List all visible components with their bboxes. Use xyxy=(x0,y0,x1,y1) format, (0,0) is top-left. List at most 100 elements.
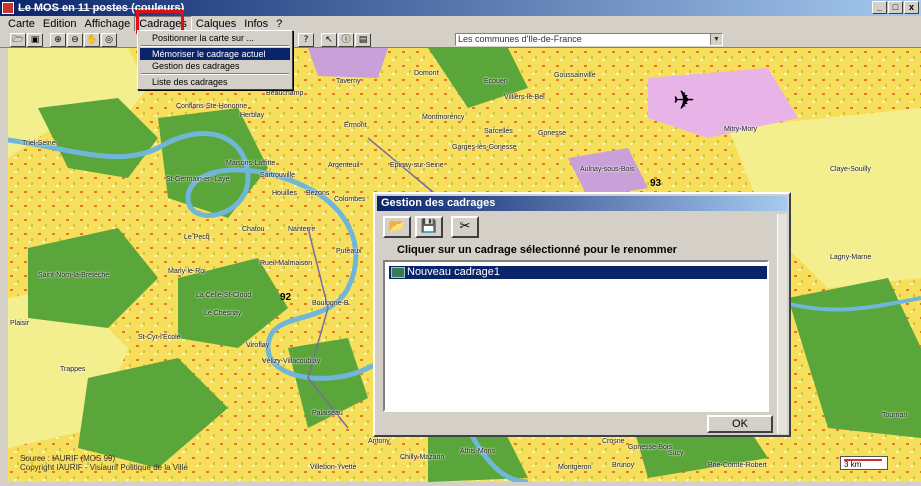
place-label: Claye-Souilly xyxy=(830,166,871,173)
place-label: Trappes xyxy=(60,366,86,373)
help-query-icon[interactable]: ? xyxy=(298,32,314,47)
dropdown-item-memoriser[interactable]: Mémoriser le cadrage actuel xyxy=(140,48,290,60)
place-label: Aulnay-sous-Bois xyxy=(580,166,635,173)
ok-button[interactable]: OK xyxy=(707,415,773,433)
place-label: Plaisir xyxy=(10,320,30,327)
place-label: Epinay-sur-Seine xyxy=(390,162,444,169)
place-label: Houilles xyxy=(272,190,297,197)
place-label: Conflans-Ste-Honorine xyxy=(176,103,248,110)
menu-infos[interactable]: Infos xyxy=(240,17,272,31)
layer-select-value: Les communes d'Ile-de-France xyxy=(458,34,582,44)
place-label: Chatou xyxy=(242,226,265,233)
dialog-instruction: Cliquer sur un cadrage sélectionné pour … xyxy=(397,244,677,256)
place-label: Lagny-Marne xyxy=(830,254,872,261)
place-label: Chilly-Mazarin xyxy=(400,454,445,461)
place-label: Crosne xyxy=(602,438,625,445)
pan-hand-icon[interactable]: ✋ xyxy=(84,32,100,47)
open-folder-icon[interactable]: 📂 xyxy=(383,216,411,238)
scissors-icon[interactable]: ✂ xyxy=(451,216,479,238)
gestion-cadrages-dialog: Gestion des cadrages 📂 💾 ✂ Cliquer sur u… xyxy=(373,192,791,437)
place-label: Triel-Seine xyxy=(22,140,56,147)
minimize-button[interactable]: _ xyxy=(872,1,887,14)
copyright-line: Copyright IAURIF - Visiaurif Politique d… xyxy=(20,463,188,472)
place-label: Sartrouville xyxy=(260,172,296,179)
zoom-out-icon[interactable]: ⊖ xyxy=(67,32,83,47)
menu-calques[interactable]: Calques xyxy=(192,17,240,31)
cadrages-dropdown: Positionner la carte sur ... Mémoriser l… xyxy=(137,30,293,90)
close-button[interactable]: x xyxy=(904,1,919,14)
place-label: Athis-Mons xyxy=(460,448,496,455)
save-disk-icon[interactable]: ▣ xyxy=(27,32,43,47)
place-label: Mitry-Mory xyxy=(724,126,758,133)
place-label: Taverny xyxy=(336,78,361,85)
place-label: Goussainville xyxy=(554,72,596,79)
department-number: 93 xyxy=(650,178,662,189)
place-label: Montmorency xyxy=(422,114,465,121)
place-label: Villebon-Yvette xyxy=(310,464,357,471)
place-label: Nanterre xyxy=(288,226,316,233)
menu-edition[interactable]: Edition xyxy=(39,17,81,31)
dropdown-item-positionner[interactable]: Positionner la carte sur ... xyxy=(140,32,290,44)
place-label: Vélizy-Villacoublay xyxy=(262,358,321,365)
list-item-label: Nouveau cadrage1 xyxy=(407,266,500,278)
save-disk-icon[interactable]: 💾 xyxy=(415,216,443,238)
department-number: 92 xyxy=(280,292,292,303)
place-label: La Celle-St-Cloud xyxy=(196,292,252,299)
place-label: Maisons-Laffitte xyxy=(226,160,276,167)
place-label: Gonesse xyxy=(538,130,567,137)
zoom-in-icon[interactable]: ⊕ xyxy=(50,32,66,47)
place-label: Brunoy xyxy=(612,462,635,469)
place-label: Montgeron xyxy=(558,464,592,471)
place-label: Brie-Comte-Robert xyxy=(708,462,767,469)
dialog-title: Gestion des cadrages xyxy=(377,196,787,211)
zoom-extent-icon[interactable]: ◎ xyxy=(101,32,117,47)
place-label: St-Cyr-l'Ecole xyxy=(138,334,181,341)
scale-label: 3 km xyxy=(844,460,862,469)
place-label: Ecouen xyxy=(484,78,508,85)
place-label: Colombes xyxy=(334,196,366,203)
place-label: Villiers-le-Bel xyxy=(504,94,545,101)
list-item[interactable]: Nouveau cadrage1 xyxy=(389,266,767,279)
menu-help[interactable]: ? xyxy=(272,17,286,31)
legend-icon[interactable]: ▤ xyxy=(355,32,371,47)
map-source: Source : IAURIF (MOS 99) Copyright IAURI… xyxy=(20,454,188,472)
dropdown-separator xyxy=(141,45,289,47)
dropdown-item-gestion[interactable]: Gestion des cadrages xyxy=(140,60,290,72)
place-label: Puteaux xyxy=(336,248,362,255)
chevron-down-icon[interactable]: ▼ xyxy=(710,34,722,45)
open-folder-icon[interactable]: 🗁 xyxy=(10,32,26,47)
app-icon xyxy=(2,2,14,14)
place-label: Tournan xyxy=(882,412,908,419)
layer-select[interactable]: Les communes d'Ile-de-France ▼ xyxy=(455,33,723,46)
info-icon[interactable]: ⓘ xyxy=(338,32,354,47)
window-controls: _ □ x xyxy=(872,1,919,14)
place-label: Le Pecq xyxy=(184,234,210,241)
menu-carte[interactable]: Carte xyxy=(4,17,39,31)
menu-affichage[interactable]: Affichage xyxy=(81,17,135,31)
dropdown-item-liste[interactable]: Liste des cadrages xyxy=(140,76,290,88)
place-label: St-Germain-en-Laye xyxy=(166,176,230,183)
dialog-scrollbar[interactable] xyxy=(777,214,787,434)
place-label: Rueil-Malmaison xyxy=(260,260,313,267)
map-thumbnail-icon xyxy=(391,267,405,278)
place-label: Boulogne-B. xyxy=(312,300,351,307)
place-label: Gonesse-Bois xyxy=(628,444,672,451)
place-label: Saint-Nom-la-Bretèche xyxy=(38,272,110,279)
place-label: Palaiseau xyxy=(312,410,343,417)
place-label: Ermont xyxy=(344,122,367,129)
place-label: Beauchamp xyxy=(266,90,304,97)
place-label: Marly-le-Roi xyxy=(168,268,206,275)
place-label: Le Chesnay xyxy=(204,310,242,317)
place-label: Antony xyxy=(368,438,390,445)
airport-plane-icon: ✈ xyxy=(673,86,695,116)
cadrages-list[interactable]: Nouveau cadrage1 xyxy=(383,260,769,412)
select-arrow-icon[interactable]: ↖ xyxy=(321,32,337,47)
source-line: Source : IAURIF (MOS 99) xyxy=(20,454,116,463)
dropdown-separator xyxy=(141,73,289,75)
place-label: Viroflay xyxy=(246,342,270,349)
scale-bar: 3 km xyxy=(840,456,888,470)
place-label: Sucy xyxy=(668,450,684,457)
place-label: Argenteuil xyxy=(328,162,360,169)
place-label: Bezons xyxy=(306,190,330,197)
maximize-button[interactable]: □ xyxy=(888,1,903,14)
